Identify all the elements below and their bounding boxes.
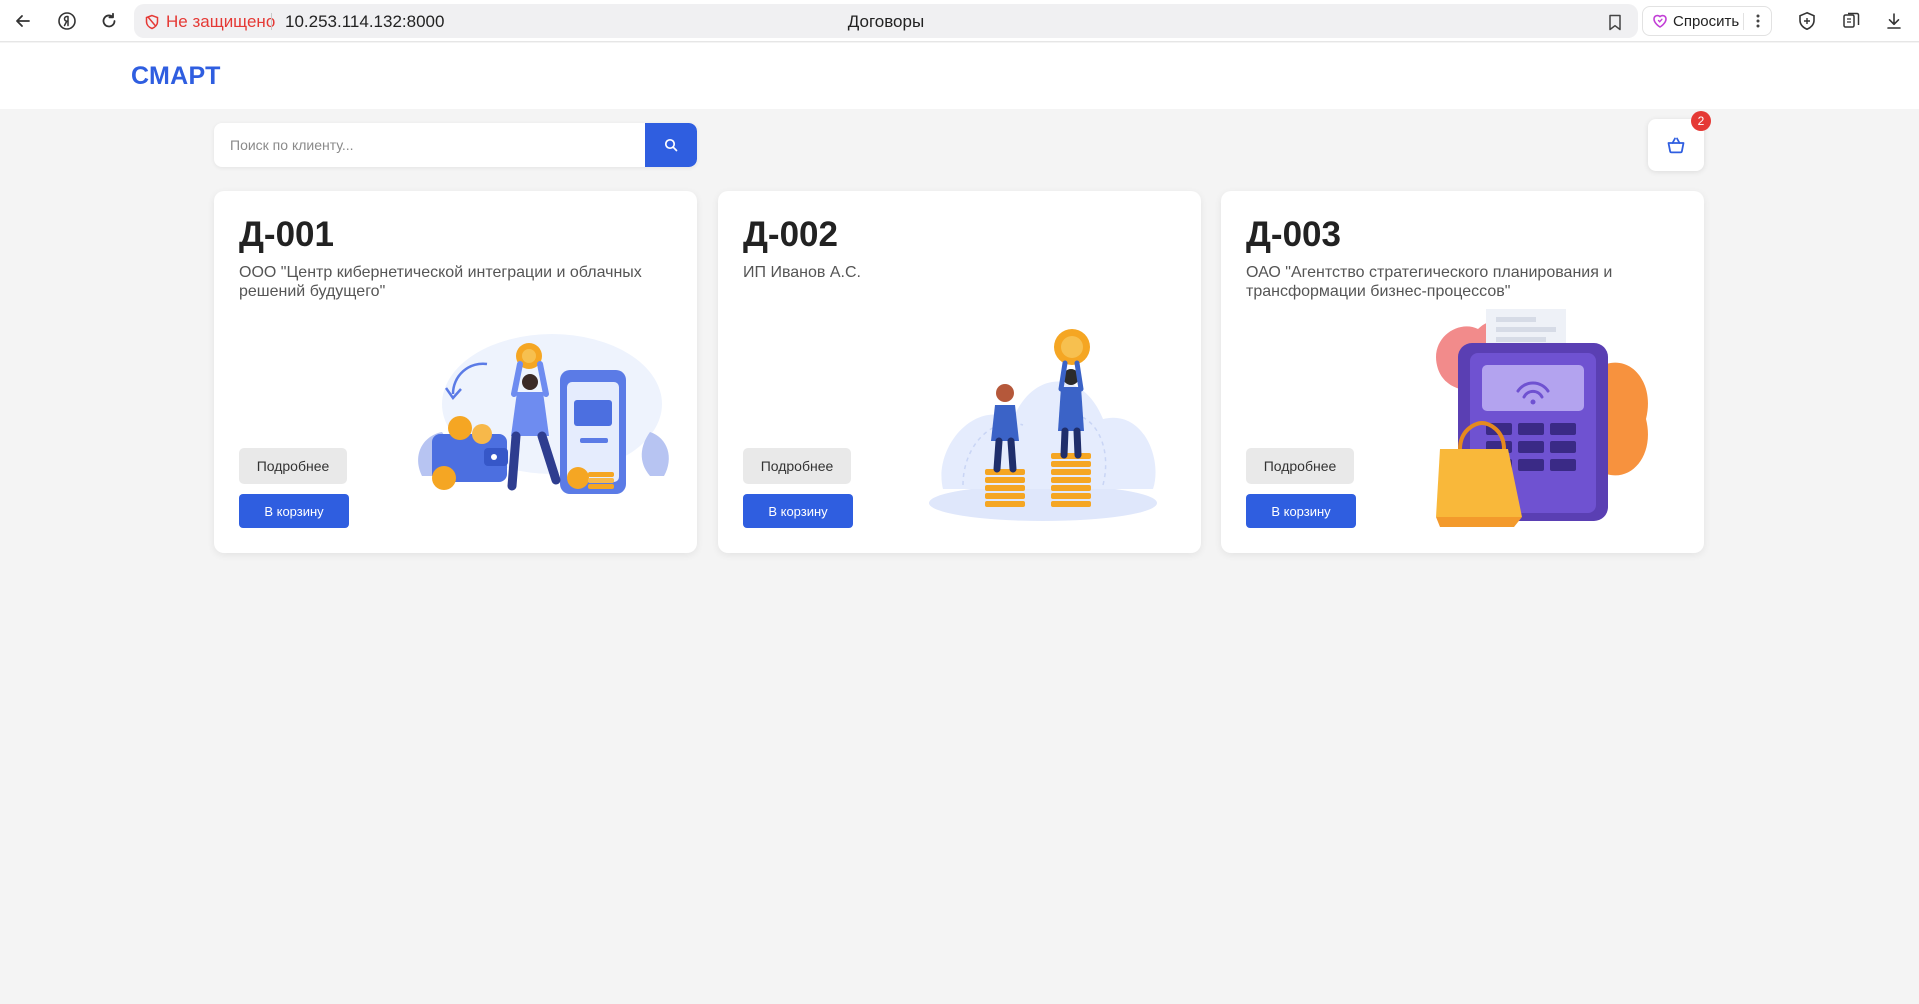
search-icon [664,138,678,152]
alice-icon [1653,14,1667,28]
contract-code: Д-001 [239,215,334,254]
insecure-label: Не защищено [166,12,276,31]
details-button[interactable]: Подробнее [1246,448,1354,484]
shield-icon [1799,11,1815,31]
reload-button[interactable] [95,8,123,34]
contract-card: Д-001 ООО "Центр кибернетической интегра… [214,191,697,553]
more-menu-button[interactable] [1748,8,1768,34]
cart-count-badge: 2 [1691,111,1711,131]
url-separator [271,13,272,30]
downloads-button[interactable] [1880,8,1908,34]
contract-code: Д-002 [743,215,838,254]
bookmark-icon [1609,14,1621,30]
contract-client: ООО "Центр кибернетической интеграции и … [239,264,642,300]
search-form [214,123,697,167]
add-to-cart-button[interactable]: В корзину [743,494,853,528]
yandex-icon [58,12,76,30]
contract-code: Д-003 [1246,215,1341,254]
back-arrow-icon [16,15,30,27]
reload-icon [102,12,116,28]
collections-icon [1843,12,1860,28]
site-header: СМАРТ [0,43,1919,109]
collections-button[interactable] [1837,8,1865,34]
kebab-menu-icon [1756,14,1760,28]
back-button[interactable] [9,8,37,34]
search-input[interactable] [214,123,644,167]
payment-terminal-illustration [1436,309,1648,527]
yandex-button[interactable] [53,8,81,34]
url-text[interactable]: 10.253.114.132:8000 [285,12,444,32]
search-button[interactable] [645,123,697,167]
contract-card: Д-002 ИП Иванов А.С. Подробнее В корзину [718,191,1201,553]
bookmark-button[interactable] [1604,11,1626,33]
ask-label: Спросить [1673,12,1740,30]
basket-icon [1667,137,1685,154]
security-indicator[interactable]: Не защищено [144,12,275,32]
vpn-button[interactable] [1793,8,1821,34]
shield-warning-icon [145,14,159,30]
site-logo[interactable]: СМАРТ [131,62,221,91]
details-button[interactable]: Подробнее [239,448,347,484]
ask-divider [1743,13,1744,30]
coin-growth-illustration [929,329,1157,521]
details-button[interactable]: Подробнее [743,448,851,484]
wallet-payment-illustration [418,334,669,494]
add-to-cart-button[interactable]: В корзину [1246,494,1356,528]
contract-client: ОАО "Агентство стратегического планирова… [1246,264,1613,300]
contract-card: Д-003 ОАО "Агентство стратегического пла… [1221,191,1704,553]
contract-client: ИП Иванов А.С. [743,264,861,281]
add-to-cart-button[interactable]: В корзину [239,494,349,528]
address-bar[interactable]: Не защищено 10.253.114.132:8000 Договоры [134,4,1638,38]
download-icon [1887,13,1901,29]
browser-toolbar: Не защищено 10.253.114.132:8000 Договоры… [0,0,1919,42]
